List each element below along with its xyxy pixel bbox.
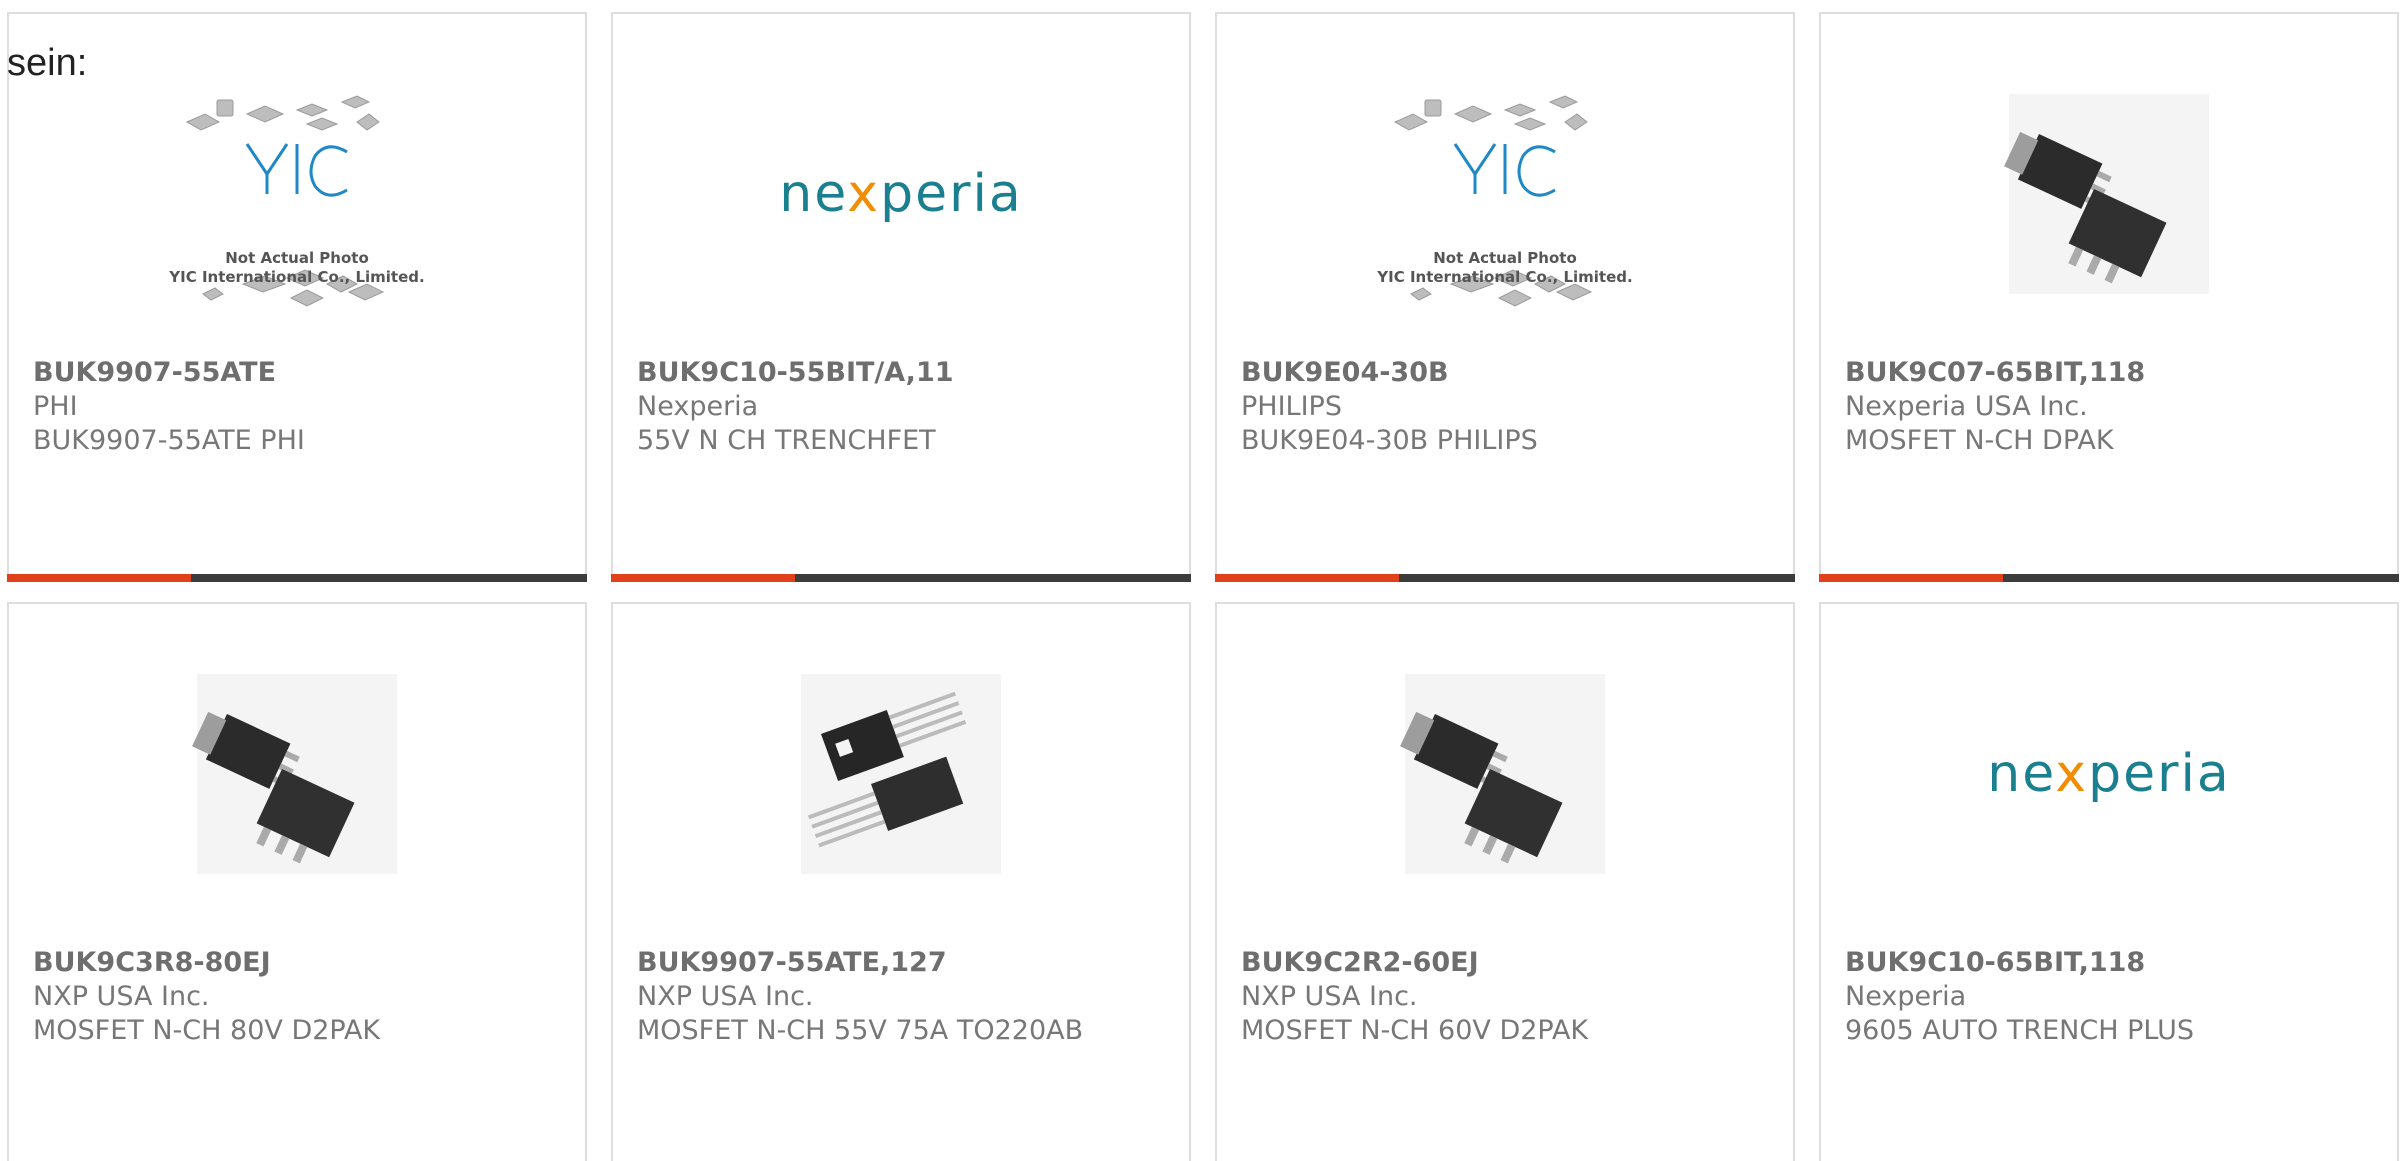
product-image[interactable]: [613, 664, 1189, 934]
product-image[interactable]: [9, 664, 585, 934]
product-card[interactable]: nexperia BUK9C10-55BIT/A,11 Nexperia 55V…: [611, 12, 1191, 582]
card-bottom-bar: [611, 574, 1191, 582]
part-number[interactable]: BUK9C3R8-80EJ: [33, 946, 575, 980]
d2pak-chip-image: [187, 674, 407, 874]
yic-placeholder-image: Not Actual Photo YIC International Co., …: [1365, 84, 1645, 354]
card-bottom-bar: [7, 574, 587, 582]
product-image[interactable]: Not Actual Photo YIC International Co., …: [9, 84, 585, 354]
d2pak-chip-image: [1395, 674, 1615, 874]
description: BUK9E04-30B PHILIPS: [1241, 425, 1538, 456]
product-image[interactable]: [1217, 664, 1793, 934]
description: MOSFET N-CH DPAK: [1845, 425, 2114, 456]
part-number[interactable]: BUK9E04-30B: [1241, 356, 1783, 390]
part-number[interactable]: BUK9C07-65BIT,118: [1845, 356, 2387, 390]
nexperia-logo: nexperia: [613, 164, 1189, 224]
part-number[interactable]: BUK9907-55ATE: [33, 356, 575, 390]
card-bottom-bar: [1215, 574, 1795, 582]
yic-line2: YIC International Co., Limited.: [1377, 268, 1633, 286]
accent-segment: [611, 574, 795, 582]
manufacturer: PHI: [33, 391, 78, 422]
d2pak-chip-image: [1999, 94, 2219, 294]
logo-part: peria: [880, 164, 1023, 224]
logo-part: ne: [779, 164, 848, 224]
manufacturer: PHILIPS: [1241, 391, 1342, 422]
to220-chip-image: [791, 674, 1011, 874]
manufacturer: Nexperia: [637, 391, 759, 422]
product-card[interactable]: BUK9C2R2-60EJ NXP USA Inc. MOSFET N-CH 6…: [1215, 602, 1795, 1161]
accent-segment: [1215, 574, 1399, 582]
description: 55V N CH TRENCHFET: [637, 425, 936, 456]
part-number[interactable]: BUK9C10-55BIT/A,11: [637, 356, 1179, 390]
description: MOSFET N-CH 60V D2PAK: [1241, 1015, 1589, 1046]
logo-x: x: [2055, 744, 2089, 804]
logo-x: x: [847, 164, 881, 224]
yic-line2: YIC International Co., Limited.: [169, 268, 425, 286]
product-card[interactable]: BUK9C3R8-80EJ NXP USA Inc. MOSFET N-CH 8…: [7, 602, 587, 1161]
product-image[interactable]: nexperia: [613, 84, 1189, 354]
manufacturer: Nexperia: [1845, 981, 1967, 1012]
product-card[interactable]: BUK9C07-65BIT,118 Nexperia USA Inc. MOSF…: [1819, 12, 2399, 582]
part-number[interactable]: BUK9C10-65BIT,118: [1845, 946, 2387, 980]
product-image[interactable]: Not Actual Photo YIC International Co., …: [1217, 84, 1793, 354]
part-number[interactable]: BUK9C2R2-60EJ: [1241, 946, 1783, 980]
nexperia-logo: nexperia: [1821, 744, 2397, 804]
accent-segment: [1819, 574, 2003, 582]
yic-line1: Not Actual Photo: [1433, 249, 1577, 267]
product-card[interactable]: Not Actual Photo YIC International Co., …: [1215, 12, 1795, 582]
part-number[interactable]: BUK9907-55ATE,127: [637, 946, 1179, 980]
product-grid-page: sein: Not Actual Photo YIC International…: [0, 0, 2400, 1161]
manufacturer: NXP USA Inc.: [33, 981, 210, 1012]
product-card[interactable]: Not Actual Photo YIC International Co., …: [7, 12, 587, 582]
yic-line1: Not Actual Photo: [225, 249, 369, 267]
description: 9605 AUTO TRENCH PLUS: [1845, 1015, 2194, 1046]
description: BUK9907-55ATE PHI: [33, 425, 305, 456]
description: MOSFET N-CH 55V 75A TO220AB: [637, 1015, 1084, 1046]
yic-placeholder-image: Not Actual Photo YIC International Co., …: [157, 84, 437, 354]
manufacturer: Nexperia USA Inc.: [1845, 391, 2088, 422]
logo-part: ne: [1987, 744, 2056, 804]
manufacturer: NXP USA Inc.: [1241, 981, 1418, 1012]
product-card[interactable]: nexperia BUK9C10-65BIT,118 Nexperia 9605…: [1819, 602, 2399, 1161]
prefix-text: sein:: [7, 42, 88, 84]
card-bottom-bar: [1819, 574, 2399, 582]
product-image[interactable]: [1821, 84, 2397, 354]
accent-segment: [7, 574, 191, 582]
logo-part: peria: [2088, 744, 2231, 804]
product-card[interactable]: BUK9907-55ATE,127 NXP USA Inc. MOSFET N-…: [611, 602, 1191, 1161]
manufacturer: NXP USA Inc.: [637, 981, 814, 1012]
description: MOSFET N-CH 80V D2PAK: [33, 1015, 381, 1046]
product-image[interactable]: nexperia: [1821, 664, 2397, 934]
